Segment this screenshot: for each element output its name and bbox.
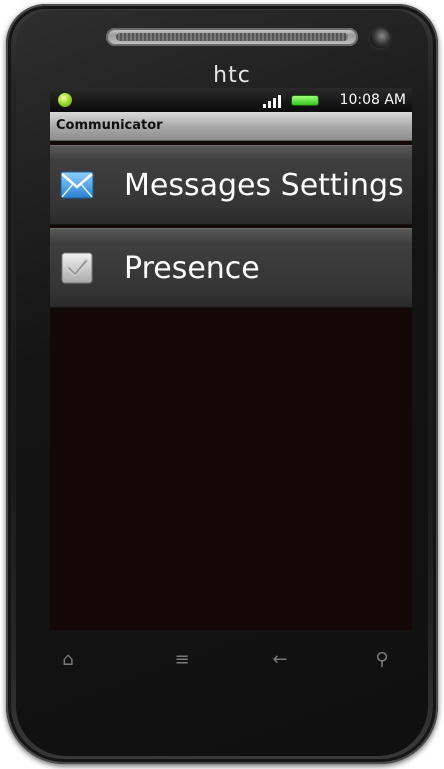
front-camera-icon xyxy=(370,28,390,48)
checkbox-icon[interactable] xyxy=(60,251,94,285)
menu-icon[interactable]: ≡ xyxy=(164,644,200,676)
earpiece-speaker xyxy=(106,28,358,46)
signal-bars-icon xyxy=(263,95,281,108)
envelope-icon xyxy=(60,171,94,199)
list-item-label: Messages Settings xyxy=(124,168,404,203)
settings-list: Messages Settings Presence xyxy=(50,145,412,311)
status-time: 10:08 AM xyxy=(339,92,406,108)
list-item-messages-settings[interactable]: Messages Settings xyxy=(50,145,412,225)
hardware-nav-bar: ⌂ ≡ ← ⚲ xyxy=(32,634,424,686)
green-dot-icon[interactable] xyxy=(58,93,72,107)
list-item-presence[interactable]: Presence xyxy=(50,228,412,308)
home-icon[interactable]: ⌂ xyxy=(50,644,86,676)
back-icon[interactable]: ← xyxy=(262,644,298,676)
page-title: Communicator xyxy=(56,118,163,133)
screen: 10:08 AM Communicator Messages Settings xyxy=(50,88,412,630)
list-item-label: Presence xyxy=(124,251,260,286)
search-icon[interactable]: ⚲ xyxy=(364,644,400,676)
battery-icon xyxy=(292,96,318,105)
brand-logo: htc xyxy=(213,63,251,88)
status-bar: 10:08 AM xyxy=(50,88,412,112)
title-bar: Communicator xyxy=(50,112,412,141)
